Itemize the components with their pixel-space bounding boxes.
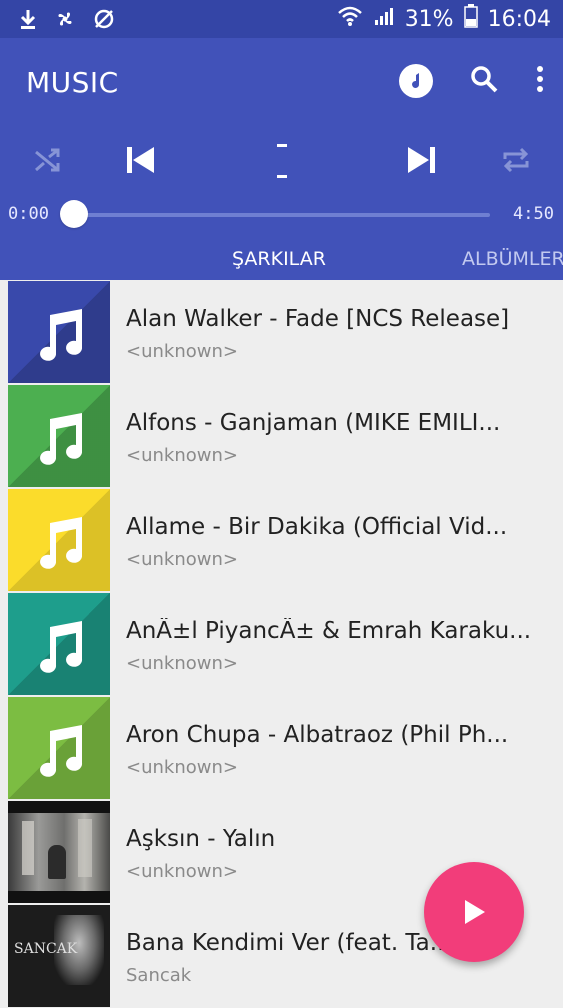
- album-art-text: SANCAK: [14, 941, 78, 957]
- music-note-icon: [40, 725, 83, 777]
- song-title: Alfons - Ganjaman (MIKE EMILI...: [126, 410, 501, 436]
- song-artist: <unknown>: [126, 757, 238, 778]
- music-note-icon: [40, 413, 83, 465]
- more-vert-icon[interactable]: [535, 64, 545, 98]
- tab-bar: ŞARKILAR ALBÜMLER: [0, 244, 563, 280]
- song-artist: <unknown>: [126, 653, 238, 674]
- fan-icon: [54, 8, 76, 34]
- battery-percent: 31%: [404, 6, 454, 32]
- repeat-icon[interactable]: [501, 146, 531, 178]
- seek-thumb[interactable]: [60, 200, 88, 228]
- album-art: [8, 697, 110, 799]
- seek-bar[interactable]: [74, 213, 490, 217]
- no-sync-icon: [92, 7, 116, 35]
- song-artist: <unknown>: [126, 341, 238, 362]
- player-controls: [0, 142, 563, 192]
- music-note-icon: [40, 517, 83, 569]
- play-icon: [465, 900, 485, 924]
- app-bar: MUSIC 0:00 4:50 ŞARKILAR ALBÜMLER: [0, 38, 563, 280]
- album-art: [8, 281, 110, 383]
- album-art: [8, 385, 110, 487]
- list-item[interactable]: Alfons - Ganjaman (MIKE EMILI... <unknow…: [0, 384, 563, 488]
- list-item[interactable]: Allame - Bir Dakika (Official Vid... <un…: [0, 488, 563, 592]
- wifi-icon: [337, 5, 363, 33]
- list-item[interactable]: Alan Walker - Fade [NCS Release] <unknow…: [0, 280, 563, 384]
- song-artist: <unknown>: [126, 861, 238, 882]
- song-artist: <unknown>: [126, 445, 238, 466]
- song-title: AnÄ±l PiyancÄ± & Emrah Karaku...: [126, 618, 532, 644]
- skip-next-icon[interactable]: [406, 144, 438, 180]
- list-item[interactable]: Aron Chupa - Albatraoz (Phil Ph... <unkn…: [0, 696, 563, 800]
- signal-icon: [373, 5, 395, 33]
- play-fab[interactable]: [424, 862, 524, 962]
- progress-row: 0:00 4:50: [0, 200, 563, 230]
- album-art-photo: [8, 801, 110, 903]
- status-bar: 31% 16:04: [0, 0, 563, 38]
- album-art: [8, 489, 110, 591]
- song-artist: <unknown>: [126, 549, 238, 570]
- music-note-icon[interactable]: [399, 64, 433, 98]
- music-note-icon: [40, 621, 83, 673]
- status-time: 16:04: [487, 6, 551, 32]
- song-title: Aşksın - Yalın: [126, 826, 276, 852]
- shuffle-icon[interactable]: [33, 146, 61, 178]
- search-icon[interactable]: [469, 64, 499, 98]
- tab-songs[interactable]: ŞARKILAR: [232, 248, 326, 270]
- total-time: 4:50: [513, 204, 554, 224]
- elapsed-time: 0:00: [8, 204, 49, 224]
- album-art: [8, 593, 110, 695]
- app-title: MUSIC: [26, 66, 119, 99]
- download-icon: [18, 8, 38, 34]
- music-note-icon: [40, 309, 83, 361]
- tab-albums[interactable]: ALBÜMLER: [462, 248, 563, 270]
- skip-previous-icon[interactable]: [124, 144, 156, 180]
- battery-icon: [463, 4, 478, 34]
- song-artist: Sancak: [126, 965, 192, 986]
- album-art-photo: SANCAK: [8, 905, 110, 1007]
- song-title: Alan Walker - Fade [NCS Release]: [126, 306, 510, 332]
- pause-icon[interactable]: [274, 142, 290, 186]
- song-title: Allame - Bir Dakika (Official Vid...: [126, 514, 508, 540]
- song-title: Aron Chupa - Albatraoz (Phil Ph...: [126, 722, 509, 748]
- list-item[interactable]: AnÄ±l PiyancÄ± & Emrah Karaku... <unknow…: [0, 592, 563, 696]
